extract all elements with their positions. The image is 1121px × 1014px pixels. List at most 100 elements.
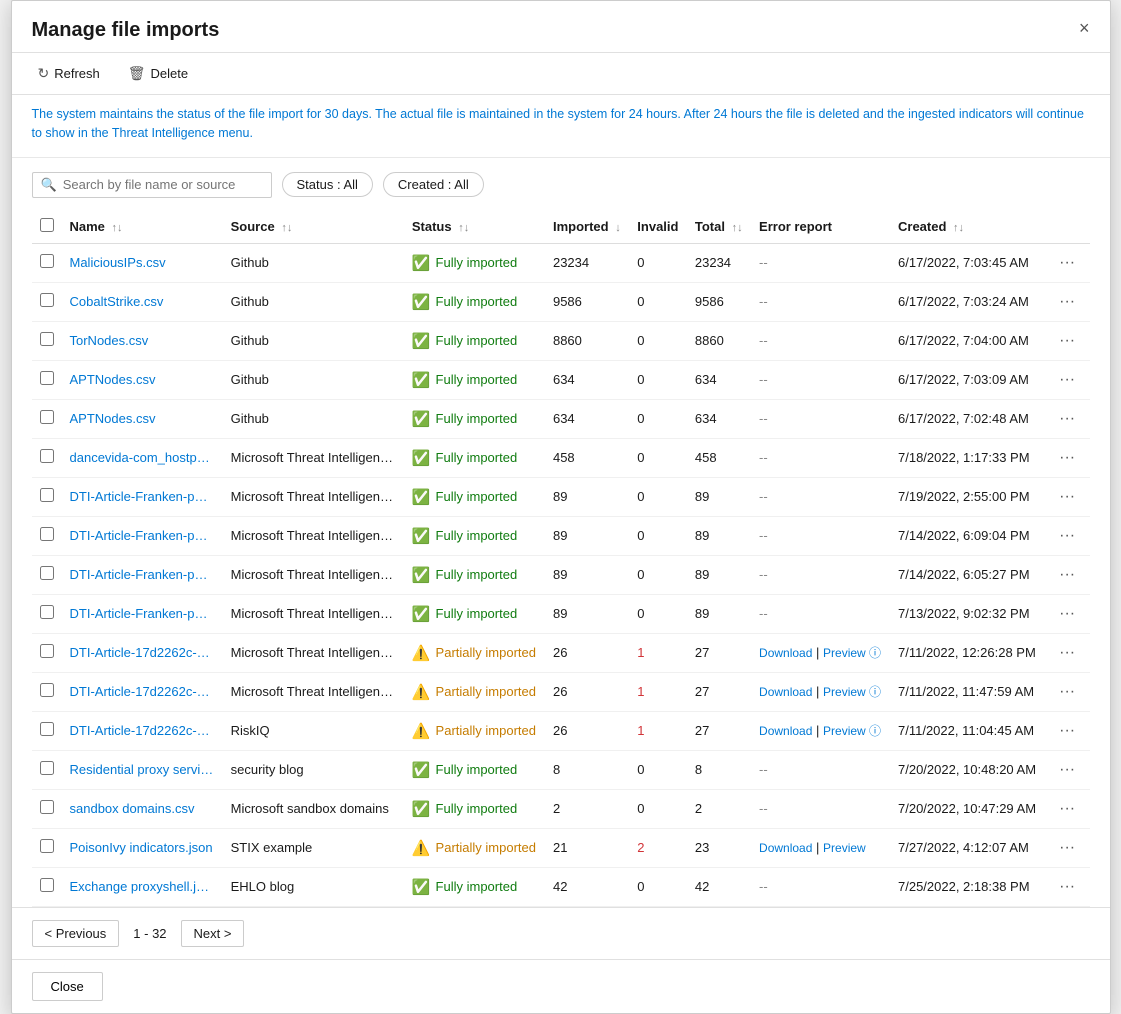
row-checkbox[interactable]: [40, 488, 54, 502]
select-all-checkbox[interactable]: [40, 218, 54, 232]
row-more-button[interactable]: ···: [1053, 681, 1081, 703]
row-actions-cell[interactable]: ···: [1045, 516, 1089, 555]
row-actions-cell[interactable]: ···: [1045, 711, 1089, 750]
row-actions-cell[interactable]: ···: [1045, 828, 1089, 867]
header-source-col[interactable]: Source ↑↓: [223, 208, 404, 244]
row-checkbox[interactable]: [40, 605, 54, 619]
created-filter-chip[interactable]: Created : All: [383, 172, 484, 197]
close-icon-button[interactable]: ×: [1075, 15, 1094, 41]
row-checkbox[interactable]: [40, 800, 54, 814]
delete-button[interactable]: 🗑 Delete: [122, 61, 194, 86]
row-checkbox-cell[interactable]: [32, 867, 62, 906]
row-checkbox[interactable]: [40, 410, 54, 424]
row-actions-cell[interactable]: ···: [1045, 750, 1089, 789]
row-more-button[interactable]: ···: [1053, 798, 1081, 820]
error-report-link[interactable]: Download: [759, 685, 812, 699]
row-more-button[interactable]: ···: [1053, 642, 1081, 664]
row-checkbox-cell[interactable]: [32, 360, 62, 399]
status-filter-chip[interactable]: Status : All: [282, 172, 373, 197]
row-more-button[interactable]: ···: [1053, 603, 1081, 625]
header-total-col[interactable]: Total ↑↓: [687, 208, 751, 244]
row-status-label: Fully imported: [436, 489, 518, 504]
row-more-button[interactable]: ···: [1053, 564, 1081, 586]
row-more-button[interactable]: ···: [1053, 720, 1081, 742]
header-invalid-col[interactable]: Invalid: [629, 208, 687, 244]
row-more-button[interactable]: ···: [1053, 330, 1081, 352]
row-actions-cell[interactable]: ···: [1045, 438, 1089, 477]
row-checkbox[interactable]: [40, 683, 54, 697]
row-more-button[interactable]: ···: [1053, 525, 1081, 547]
row-invalid-cell: 0: [629, 594, 687, 633]
row-checkbox-cell[interactable]: [32, 555, 62, 594]
row-more-button[interactable]: ···: [1053, 759, 1081, 781]
row-checkbox[interactable]: [40, 254, 54, 268]
row-checkbox-cell[interactable]: [32, 321, 62, 360]
next-button[interactable]: Next >: [181, 920, 245, 947]
row-checkbox-cell[interactable]: [32, 750, 62, 789]
error-report-link[interactable]: Download: [759, 841, 812, 855]
header-created-col[interactable]: Created ↑↓: [890, 208, 1045, 244]
row-checkbox[interactable]: [40, 371, 54, 385]
row-actions-cell[interactable]: ···: [1045, 555, 1089, 594]
row-more-button[interactable]: ···: [1053, 408, 1081, 430]
row-more-button[interactable]: ···: [1053, 447, 1081, 469]
row-actions-cell[interactable]: ···: [1045, 321, 1089, 360]
row-more-button[interactable]: ···: [1053, 876, 1081, 898]
row-more-button[interactable]: ···: [1053, 369, 1081, 391]
row-checkbox-cell[interactable]: [32, 399, 62, 438]
row-checkbox-cell[interactable]: [32, 633, 62, 672]
row-checkbox-cell[interactable]: [32, 516, 62, 555]
error-report-link[interactable]: Preview ⓘ: [823, 724, 881, 738]
row-actions-cell[interactable]: ···: [1045, 672, 1089, 711]
header-name-col[interactable]: Name ↑↓: [62, 208, 223, 244]
row-actions-cell[interactable]: ···: [1045, 360, 1089, 399]
row-checkbox-cell[interactable]: [32, 438, 62, 477]
error-report-link[interactable]: Download: [759, 724, 812, 738]
error-report-link[interactable]: Download: [759, 646, 812, 660]
row-checkbox[interactable]: [40, 566, 54, 580]
error-report-link[interactable]: Preview: [823, 841, 866, 855]
header-imported-col[interactable]: Imported ↓: [545, 208, 629, 244]
header-checkbox-col[interactable]: [32, 208, 62, 244]
row-actions-cell[interactable]: ···: [1045, 867, 1089, 906]
previous-button[interactable]: < Previous: [32, 920, 120, 947]
row-checkbox[interactable]: [40, 332, 54, 346]
row-more-button[interactable]: ···: [1053, 837, 1081, 859]
close-dialog-button[interactable]: Close: [32, 972, 103, 1001]
row-more-button[interactable]: ···: [1053, 486, 1081, 508]
row-checkbox[interactable]: [40, 527, 54, 541]
search-input[interactable]: [63, 177, 263, 192]
row-actions-cell[interactable]: ···: [1045, 243, 1089, 282]
row-checkbox-cell[interactable]: [32, 594, 62, 633]
row-checkbox[interactable]: [40, 644, 54, 658]
row-checkbox[interactable]: [40, 878, 54, 892]
row-checkbox[interactable]: [40, 293, 54, 307]
row-actions-cell[interactable]: ···: [1045, 399, 1089, 438]
row-actions-cell[interactable]: ···: [1045, 594, 1089, 633]
row-checkbox-cell[interactable]: [32, 672, 62, 711]
row-checkbox-cell[interactable]: [32, 477, 62, 516]
row-checkbox-cell[interactable]: [32, 789, 62, 828]
row-checkbox-cell[interactable]: [32, 243, 62, 282]
row-checkbox[interactable]: [40, 761, 54, 775]
search-box[interactable]: 🔍: [32, 172, 272, 198]
row-checkbox[interactable]: [40, 722, 54, 736]
row-actions-cell[interactable]: ···: [1045, 477, 1089, 516]
error-report-link[interactable]: Preview ⓘ: [823, 685, 881, 699]
row-checkbox-cell[interactable]: [32, 828, 62, 867]
row-source-cell: Microsoft Threat Intelligenc...: [223, 516, 404, 555]
row-checkbox[interactable]: [40, 449, 54, 463]
row-more-button[interactable]: ···: [1053, 252, 1081, 274]
refresh-button[interactable]: ↻ Refresh: [32, 61, 106, 86]
row-name-cell: TorNodes.csv: [62, 321, 223, 360]
table-row: CobaltStrike.csv Github ✅ Fully imported…: [32, 282, 1090, 321]
header-status-col[interactable]: Status ↑↓: [404, 208, 545, 244]
row-checkbox-cell[interactable]: [32, 282, 62, 321]
row-actions-cell[interactable]: ···: [1045, 282, 1089, 321]
row-checkbox[interactable]: [40, 839, 54, 853]
row-checkbox-cell[interactable]: [32, 711, 62, 750]
row-actions-cell[interactable]: ···: [1045, 633, 1089, 672]
row-actions-cell[interactable]: ···: [1045, 789, 1089, 828]
row-more-button[interactable]: ···: [1053, 291, 1081, 313]
error-report-link[interactable]: Preview ⓘ: [823, 646, 881, 660]
